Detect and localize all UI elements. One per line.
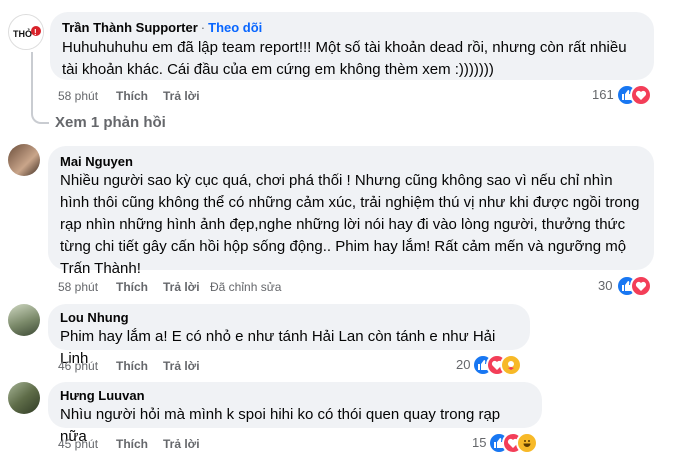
reaction-summary[interactable]: 161 bbox=[592, 84, 652, 106]
comment-1: THỎ ! Trần Thành Supporter · Theo dõi Huhu… bbox=[0, 0, 691, 112]
svg-text:!: ! bbox=[34, 28, 37, 37]
love-icon bbox=[630, 275, 652, 297]
author-name[interactable]: Lou Nhung bbox=[60, 309, 518, 326]
comment-2: Mai Nguyen Nhiều người sao kỳ cục quá, c… bbox=[0, 140, 691, 300]
avatar[interactable] bbox=[8, 304, 40, 336]
like-button[interactable]: Thích bbox=[116, 88, 148, 104]
reaction-summary[interactable]: 20 bbox=[456, 354, 536, 376]
reaction-count: 161 bbox=[592, 87, 614, 102]
author-name[interactable]: Mai Nguyen bbox=[60, 153, 642, 170]
like-button[interactable]: Thích bbox=[116, 279, 148, 295]
edited-label: Đã chỉnh sửa bbox=[210, 280, 282, 294]
follow-button[interactable]: Theo dõi bbox=[208, 20, 262, 35]
reaction-summary[interactable]: 15 bbox=[472, 432, 552, 454]
timestamp[interactable]: 45 phút bbox=[58, 436, 98, 452]
love-icon bbox=[630, 84, 652, 106]
author-name[interactable]: Trần Thành Supporter bbox=[62, 20, 198, 35]
comment-bubble: Trần Thành Supporter · Theo dõi Huhuhuhuhu… bbox=[50, 12, 654, 80]
comment-actions: 46 phút Thích Trả lời bbox=[58, 358, 358, 374]
svg-text:THỎ: THỎ bbox=[13, 28, 32, 39]
view-replies-label[interactable]: Xem 1 phản hồi bbox=[55, 114, 166, 131]
comment-text: Huhuhuhuhu em đã lập team report!!! Một … bbox=[62, 39, 631, 78]
comment-bubble: Lou Nhung Phim hay lắm a! E có nhỏ e như… bbox=[48, 304, 530, 367]
comment-bubble: Mai Nguyen Nhiều người sao kỳ cục quá, c… bbox=[48, 146, 654, 277]
avatar[interactable] bbox=[8, 382, 40, 414]
haha-icon bbox=[516, 432, 538, 454]
comment-4: Hưng Luuvan Nhìu người hỏi mà mình k spo… bbox=[0, 378, 691, 457]
like-button[interactable]: Thích bbox=[116, 436, 148, 452]
brand-logo-icon: THỎ ! bbox=[10, 16, 43, 49]
timestamp[interactable]: 58 phút bbox=[58, 279, 98, 295]
comment-actions: 58 phút Thích Trả lời Đã chỉnh sửa bbox=[58, 279, 358, 295]
avatar[interactable]: THỎ ! bbox=[8, 14, 44, 50]
reaction-count: 15 bbox=[472, 435, 487, 450]
comment-bubble: Hưng Luuvan Nhìu người hỏi mà mình k spo… bbox=[48, 382, 542, 445]
author-name[interactable]: Hưng Luuvan bbox=[60, 387, 530, 404]
reply-button[interactable]: Trả lời bbox=[163, 279, 200, 295]
reaction-count: 20 bbox=[456, 357, 471, 372]
timestamp[interactable]: 58 phút bbox=[58, 88, 98, 104]
reaction-count: 30 bbox=[598, 278, 613, 293]
view-replies-link[interactable]: Xem 1 phản hồi bbox=[55, 114, 166, 131]
timestamp[interactable]: 46 phút bbox=[58, 358, 98, 374]
comment-3: Lou Nhung Phim hay lắm a! E có nhỏ e như… bbox=[0, 300, 691, 380]
care-icon bbox=[500, 354, 522, 376]
thread-line bbox=[31, 52, 49, 124]
reply-button[interactable]: Trả lời bbox=[163, 88, 200, 104]
reply-button[interactable]: Trả lời bbox=[163, 436, 200, 452]
comment-text: Nhiều người sao kỳ cục quá, chơi phá thố… bbox=[60, 172, 644, 277]
like-button[interactable]: Thích bbox=[116, 358, 148, 374]
separator-dot: · bbox=[200, 20, 206, 35]
avatar[interactable] bbox=[8, 144, 40, 176]
reply-button[interactable]: Trả lời bbox=[163, 358, 200, 374]
comment-actions: 45 phút Thích Trả lời bbox=[58, 436, 358, 452]
reaction-summary[interactable]: 30 bbox=[598, 275, 658, 297]
comment-actions: 58 phút Thích Trả lời bbox=[58, 88, 358, 104]
